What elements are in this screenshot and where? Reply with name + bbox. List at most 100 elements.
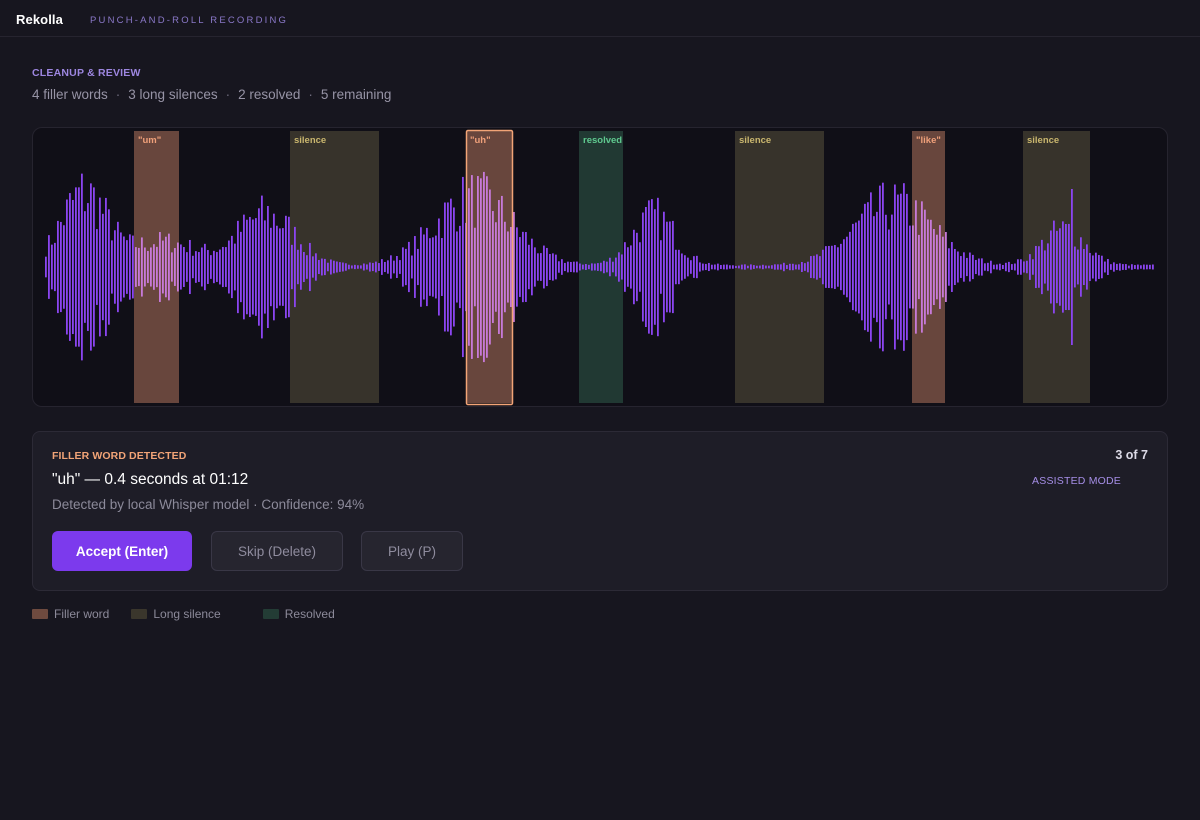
waveform-bar <box>741 264 743 270</box>
play-button[interactable]: Play (P) <box>361 531 463 571</box>
waveform-bar <box>126 240 128 294</box>
waveform-bar <box>51 244 53 290</box>
skip-button[interactable]: Skip (Delete) <box>211 531 343 571</box>
waveform-bar <box>930 219 932 315</box>
waveform-bar <box>885 214 887 320</box>
waveform-bar <box>804 263 806 271</box>
waveform-bar <box>1014 263 1016 271</box>
waveform-bar <box>819 256 821 278</box>
waveform-bar <box>159 232 161 302</box>
waveform-bar <box>744 264 746 270</box>
waveform-bar <box>72 199 74 335</box>
waveform-bar <box>726 264 728 270</box>
waveform-bar <box>405 248 407 286</box>
waveform-bar <box>837 247 839 287</box>
waveform-bar <box>513 211 515 323</box>
waveform-bar <box>855 222 857 312</box>
waveform-bar <box>1086 244 1088 290</box>
waveform-bar <box>966 257 968 277</box>
waveform-bar <box>558 261 560 273</box>
waveform-bar <box>1095 252 1097 282</box>
accept-button[interactable]: Accept (Enter) <box>52 531 192 571</box>
waveform-bar <box>1080 237 1082 297</box>
waveform-bar <box>615 257 617 277</box>
waveform-bar <box>447 202 449 332</box>
waveform-bar <box>168 233 170 301</box>
waveform-bar <box>672 220 674 314</box>
waveform-bar <box>165 236 167 298</box>
waveform-bar <box>102 213 104 321</box>
waveform-bar <box>609 257 611 277</box>
waveform-bar <box>138 247 140 287</box>
waveform-bar <box>654 209 656 325</box>
detection-title: "uh" — 0.4 seconds at 01:12 <box>52 471 249 488</box>
region-label: silence <box>294 135 326 146</box>
waveform-bar <box>99 197 101 337</box>
waveform-bar <box>864 203 866 331</box>
detection-counter: 3 of 7 <box>1115 448 1148 462</box>
waveform-bar <box>339 262 341 272</box>
waveform-bar <box>690 260 692 274</box>
waveform-bar <box>378 263 380 271</box>
waveform-bar <box>411 255 413 279</box>
stat-filler-words: 4 filler words <box>32 87 108 102</box>
waveform-bar <box>438 218 440 316</box>
waveform-bar <box>939 225 941 309</box>
waveform-bar <box>387 260 389 274</box>
waveform-bar <box>717 263 719 271</box>
waveform-bar <box>474 227 476 307</box>
waveform-bar <box>957 251 959 283</box>
waveform-bar <box>759 265 761 269</box>
waveform-bar <box>432 237 434 297</box>
waveform-bar <box>90 183 92 351</box>
waveform-bar <box>1104 261 1106 273</box>
waveform-bar <box>267 205 269 329</box>
waveform-bar <box>657 197 659 337</box>
waveform-bar <box>252 219 254 315</box>
waveform-bar <box>669 221 671 313</box>
waveform-bar <box>303 251 305 283</box>
waveform-bar <box>225 247 227 287</box>
waveform-bar <box>66 199 68 335</box>
waveform-bar <box>366 264 368 270</box>
waveform-bar <box>954 248 956 286</box>
waveform-bar <box>363 263 365 271</box>
waveform-bar <box>990 260 992 274</box>
assisted-mode-badge[interactable]: ASSISTED MODE <box>1032 475 1121 487</box>
waveform-bar <box>1068 223 1070 311</box>
stat-remaining: 5 remaining <box>320 87 392 102</box>
waveform-canvas[interactable]: "um" silence "uh" resolved silence "like" sile… <box>33 128 1168 407</box>
waveform-bar <box>504 221 506 313</box>
legend-silence-label: Long silence <box>153 607 221 621</box>
waveform-bar <box>297 249 299 285</box>
waveform-bar <box>348 264 350 270</box>
waveform-bar <box>135 247 137 287</box>
waveform-bar <box>1038 246 1040 288</box>
waveform-bar <box>807 261 809 273</box>
waveform-bar <box>981 258 983 276</box>
waveform-panel[interactable]: "um" silence "uh" resolved silence "like" sile… <box>32 127 1168 407</box>
region-label: silence <box>739 135 771 146</box>
waveform-bar <box>294 226 296 308</box>
waveform-bar <box>249 216 251 318</box>
section-label: CLEANUP & REVIEW <box>32 67 141 79</box>
waveform-bar <box>1032 259 1034 275</box>
waveform-bar <box>915 200 917 334</box>
waveform-bar <box>1110 264 1112 270</box>
waveform-bar <box>498 200 500 334</box>
waveform-bar <box>552 253 554 281</box>
waveform-bar <box>912 225 914 309</box>
waveform-bar <box>978 258 980 276</box>
waveform-bar <box>666 221 668 313</box>
legend-filler-label: Filler word <box>54 607 110 621</box>
waveform-bar <box>795 264 797 270</box>
waveform-bar <box>828 245 830 289</box>
review-stats: 4 filler words · 3 long silences · 2 res… <box>32 87 391 102</box>
waveform-bar <box>645 207 647 327</box>
legend-filler: Filler word <box>32 607 109 621</box>
waveform-bar <box>462 176 464 358</box>
waveform-bar <box>888 229 890 305</box>
waveform-bar <box>306 255 308 279</box>
waveform-bar <box>891 214 893 320</box>
waveform-bar <box>117 221 119 313</box>
